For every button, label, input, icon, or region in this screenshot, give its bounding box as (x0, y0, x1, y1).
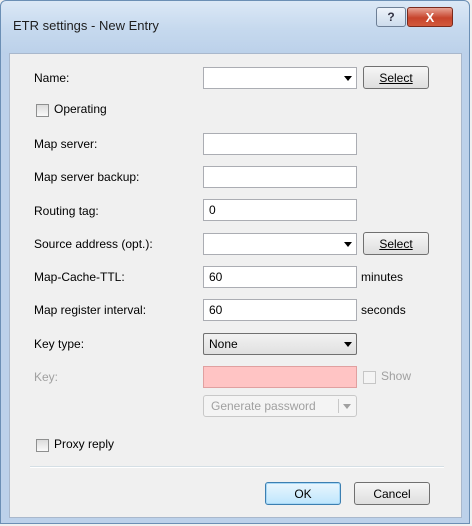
proxy-reply-label: Proxy reply (54, 437, 115, 451)
dialog-window: ETR settings - New Entry ? X Name: Selec… (0, 0, 470, 524)
routing-tag-input[interactable]: 0 (203, 199, 357, 221)
name-combobox[interactable] (203, 67, 357, 89)
show-key-checkbox[interactable] (363, 371, 376, 384)
map-server-backup-input[interactable] (203, 166, 357, 188)
key-input[interactable] (203, 366, 357, 388)
operating-label: Operating (54, 102, 107, 116)
cancel-label: Cancel (373, 486, 411, 501)
routing-tag-label: Routing tag: (34, 204, 99, 218)
ok-label: OK (294, 486, 312, 501)
operating-checkbox[interactable] (36, 104, 49, 117)
window-title: ETR settings - New Entry (13, 18, 159, 33)
show-key-label: Show (381, 369, 412, 383)
map-register-interval-label: Map register interval: (34, 303, 147, 317)
name-label: Name: (34, 71, 70, 85)
map-cache-ttl-label: Map-Cache-TTL: (34, 270, 125, 284)
chevron-down-icon (344, 342, 352, 347)
map-server-backup-label: Map server backup: (34, 170, 140, 184)
key-type-select[interactable]: None (203, 333, 357, 355)
title-bar[interactable]: ETR settings - New Entry ? X (1, 1, 469, 53)
map-cache-ttl-input[interactable]: 60 (203, 266, 357, 288)
map-register-interval-unit: seconds (361, 303, 406, 317)
close-icon: X (425, 9, 435, 25)
source-address-combobox[interactable] (203, 233, 357, 255)
key-type-label: Key type: (34, 337, 85, 351)
source-address-select-label: Select (379, 236, 413, 251)
map-server-input[interactable] (203, 133, 357, 155)
name-select-label: Select (379, 70, 413, 85)
map-register-interval-input[interactable]: 60 (203, 299, 357, 321)
source-address-select-button[interactable]: Select (363, 232, 429, 255)
footer-separator (30, 466, 444, 468)
chevron-down-icon (343, 404, 351, 409)
close-button[interactable]: X (407, 7, 453, 27)
cancel-button[interactable]: Cancel (354, 482, 430, 505)
name-select-button[interactable]: Select (363, 66, 429, 89)
map-cache-ttl-unit: minutes (361, 270, 404, 284)
dialog-body: Name: Select Operating Map server: Map s… (9, 53, 462, 518)
generate-password-label: Generate password (211, 399, 316, 413)
help-button[interactable]: ? (376, 7, 406, 27)
ok-button[interactable]: OK (265, 482, 341, 505)
proxy-reply-checkbox[interactable] (36, 439, 49, 452)
key-type-value: None (209, 337, 238, 351)
chevron-down-icon (344, 242, 352, 247)
help-icon: ? (387, 10, 395, 24)
map-server-label: Map server: (34, 137, 98, 151)
split-divider (338, 399, 339, 413)
source-address-label: Source address (opt.): (34, 237, 153, 251)
key-label: Key: (34, 370, 59, 384)
chevron-down-icon (344, 76, 352, 81)
generate-password-button[interactable]: Generate password (203, 395, 357, 417)
